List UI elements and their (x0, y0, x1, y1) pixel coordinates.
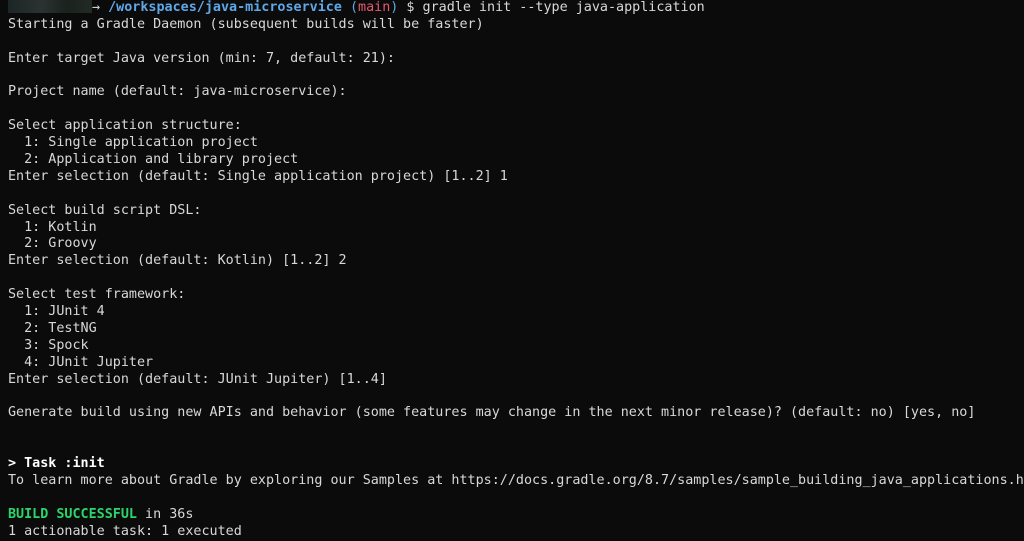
output-line: Select application structure: (8, 118, 242, 134)
git-branch: main (358, 0, 391, 15)
output-line: Select test framework: (8, 287, 186, 303)
output-line: Enter target Java version (min: 7, defau… (8, 50, 395, 66)
samples-link-line: To learn more about Gradle by exploring … (8, 472, 1024, 488)
shell-prompt: → /workspaces/java-microservice (main) $… (8, 0, 1024, 17)
output-line: Select build script DSL: (8, 202, 202, 218)
build-status: BUILD SUCCESSFUL (8, 506, 137, 522)
output-line: Project name (default: java-microservice… (8, 84, 347, 100)
output-line: 1: JUnit 4 (8, 304, 105, 320)
output-line: 2: TestNG (8, 320, 97, 336)
task-summary: 1 actionable task: 1 executed (8, 523, 242, 539)
output-line: 2: Groovy (8, 236, 97, 252)
output-line: 1: Kotlin (8, 219, 97, 235)
output-line: Generate build using new APIs and behavi… (8, 405, 976, 421)
output-line: Enter selection (default: Kotlin) [1..2]… (8, 253, 347, 269)
output-line: Enter selection (default: Single applica… (8, 168, 508, 184)
output-line: 3: Spock (8, 337, 89, 353)
prompt-arrow-icon: → (92, 0, 109, 15)
branch-open: ( (341, 0, 359, 15)
output-line: 4: JUnit Jupiter (8, 354, 154, 370)
output-line: 1: Single application project (8, 135, 258, 151)
build-result-line: BUILD SUCCESSFUL in 36s (8, 507, 1024, 524)
output-line: Starting a Gradle Daemon (subsequent bui… (8, 16, 484, 32)
working-directory: /workspaces/java-microservice (108, 0, 342, 15)
task-header: > Task :init (8, 456, 105, 472)
output-line: Enter selection (default: JUnit Jupiter)… (8, 371, 387, 387)
build-time: in 36s (137, 506, 194, 522)
terminal-window[interactable]: → /workspaces/java-microservice (main) $… (0, 0, 1024, 539)
output-line: 2: Application and library project (8, 152, 299, 168)
command-text: $ gradle init --type java-application (398, 0, 705, 15)
redacted-username (8, 0, 92, 13)
